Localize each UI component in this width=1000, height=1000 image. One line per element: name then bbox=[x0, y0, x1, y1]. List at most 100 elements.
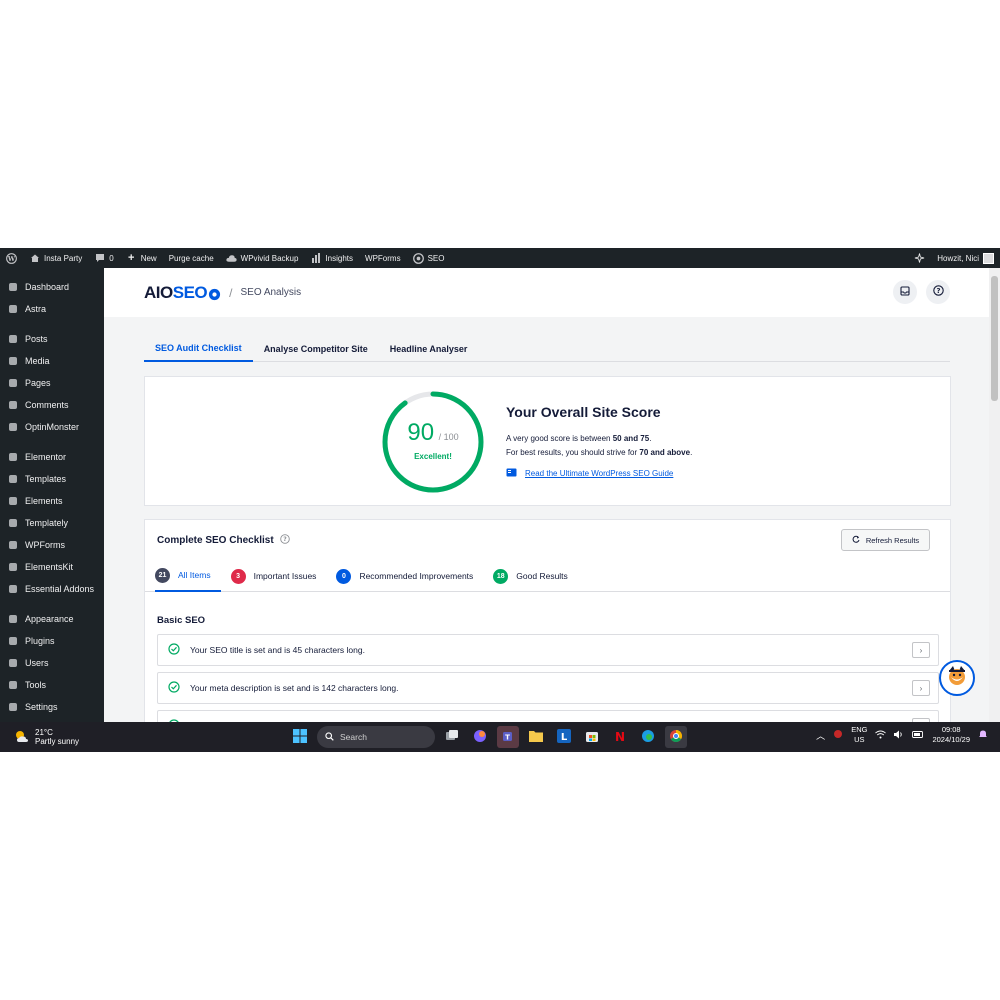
mascot-icon bbox=[944, 663, 970, 694]
sidebar-item-elements[interactable]: Elements bbox=[0, 490, 104, 512]
form-icon bbox=[7, 539, 19, 551]
scrollbar-thumb[interactable] bbox=[991, 276, 998, 401]
seo-checklist-card: Complete SEO Checklist ? Refresh Results… bbox=[144, 519, 951, 722]
chevron-right-icon[interactable]: › bbox=[912, 642, 930, 658]
site-name-link[interactable]: Insta Party bbox=[23, 248, 88, 268]
battery-icon[interactable] bbox=[912, 730, 924, 740]
wrench-icon bbox=[7, 679, 19, 691]
checklist-row[interactable]: › bbox=[157, 710, 939, 722]
comments-link[interactable]: 0 bbox=[88, 248, 119, 268]
filter-tab-important-issues[interactable]: 3 Important Issues bbox=[230, 560, 327, 592]
sidebar-item-templates[interactable]: Templates bbox=[0, 468, 104, 490]
vertical-scrollbar[interactable] bbox=[989, 268, 1000, 722]
admin-sidebar: Dashboard Astra Posts Media Pages Comments Opt… bbox=[0, 268, 104, 722]
aioseo-assistant-button[interactable] bbox=[939, 660, 975, 696]
seo-guide-link[interactable]: Read the Ultimate WordPress SEO Guide bbox=[506, 468, 673, 479]
sidebar-item-media[interactable]: Media bbox=[0, 350, 104, 372]
clock[interactable]: 09:08 2024/10/29 bbox=[932, 725, 970, 745]
bar-chart-icon bbox=[310, 253, 321, 264]
sidebar-item-elementskit[interactable]: ElementsKit bbox=[0, 556, 104, 578]
task-view-button[interactable] bbox=[441, 726, 463, 748]
filter-tab-label: Good Results bbox=[516, 571, 568, 581]
sidebar-item-label: Pages bbox=[25, 378, 51, 388]
filter-tab-all-items[interactable]: 21 All Items bbox=[155, 560, 221, 592]
count-badge: 0 bbox=[336, 568, 352, 584]
wp-logo-button[interactable]: W bbox=[0, 248, 23, 268]
keyboard-layout: US bbox=[854, 735, 865, 744]
netflix-button[interactable]: N bbox=[609, 726, 631, 748]
checklist-row[interactable]: Your meta description is set and is 142 … bbox=[157, 672, 939, 704]
netflix-icon: N bbox=[614, 729, 626, 745]
tray-app-icon[interactable] bbox=[833, 729, 843, 741]
seo-link[interactable]: SEO bbox=[407, 248, 451, 268]
new-content-link[interactable]: + New bbox=[120, 248, 163, 268]
edge-button[interactable] bbox=[637, 726, 659, 748]
ai-sparkle-button[interactable] bbox=[908, 248, 931, 268]
desc-text: . bbox=[649, 434, 652, 443]
chevron-up-icon[interactable]: ︿ bbox=[816, 729, 825, 742]
file-explorer-button[interactable] bbox=[525, 726, 547, 748]
checklist-row-text: Your SEO title is set and is 45 characte… bbox=[190, 645, 365, 655]
tab-headline-analyser[interactable]: Headline Analyser bbox=[379, 336, 479, 362]
logo-aio-text: AIO bbox=[144, 282, 173, 302]
sidebar-item-elementor[interactable]: Elementor bbox=[0, 446, 104, 468]
sidebar-item-tools[interactable]: Tools bbox=[0, 674, 104, 696]
checklist-title-text: Complete SEO Checklist bbox=[157, 535, 274, 546]
sidebar-item-comments[interactable]: Comments bbox=[0, 394, 104, 416]
sidebar-item-essential-addons[interactable]: Essential Addons bbox=[0, 578, 104, 600]
language-indicator[interactable]: ENG US bbox=[851, 725, 867, 745]
chevron-right-icon[interactable]: › bbox=[912, 680, 930, 696]
sidebar-item-appearance[interactable]: Appearance bbox=[0, 608, 104, 630]
score-title: Your Overall Site Score bbox=[506, 404, 661, 420]
copilot-button[interactable] bbox=[469, 726, 491, 748]
sidebar-item-dashboard[interactable]: Dashboard bbox=[0, 276, 104, 298]
purge-cache-link[interactable]: Purge cache bbox=[163, 248, 220, 268]
language-code: ENG bbox=[851, 725, 868, 734]
my-account-link[interactable]: Howzit, Nici bbox=[931, 248, 1000, 268]
count-badge: 3 bbox=[230, 568, 246, 584]
tab-seo-audit-checklist[interactable]: SEO Audit Checklist bbox=[144, 336, 253, 362]
chrome-button[interactable] bbox=[665, 726, 687, 748]
dashboard-icon bbox=[7, 281, 19, 293]
volume-icon[interactable] bbox=[894, 730, 904, 741]
info-icon[interactable]: ? bbox=[279, 534, 290, 547]
breadcrumb-separator: / bbox=[229, 285, 233, 300]
sidebar-item-label: WPForms bbox=[25, 540, 65, 550]
sidebar-item-astra[interactable]: Astra bbox=[0, 298, 104, 320]
astra-icon bbox=[7, 303, 19, 315]
tab-analyse-competitor-site[interactable]: Analyse Competitor Site bbox=[253, 336, 379, 362]
wpvivid-link[interactable]: WPvivid Backup bbox=[220, 248, 305, 268]
sidebar-item-optinmonster[interactable]: OptinMonster bbox=[0, 416, 104, 438]
insights-link[interactable]: Insights bbox=[304, 248, 359, 268]
teams-button[interactable]: T bbox=[497, 726, 519, 748]
filter-tab-recommended-improvements[interactable]: 0 Recommended Improvements bbox=[336, 560, 483, 592]
wifi-icon[interactable] bbox=[875, 730, 887, 741]
notification-bell-icon[interactable] bbox=[978, 729, 988, 741]
sidebar-item-posts[interactable]: Posts bbox=[0, 328, 104, 350]
store-button[interactable] bbox=[581, 726, 603, 748]
seo-label: SEO bbox=[427, 253, 445, 263]
filter-tab-good-results[interactable]: 18 Good Results bbox=[493, 560, 578, 592]
refresh-results-button[interactable]: Refresh Results bbox=[841, 529, 930, 551]
sidebar-item-plugins[interactable]: Plugins bbox=[0, 630, 104, 652]
ea-icon bbox=[7, 583, 19, 595]
sidebar-item-templately[interactable]: Templately bbox=[0, 512, 104, 534]
desc-text: For best results, you should strive for bbox=[506, 448, 640, 457]
taskbar-search[interactable]: Search bbox=[317, 726, 435, 748]
sidebar-item-pages[interactable]: Pages bbox=[0, 372, 104, 394]
elementskit-icon bbox=[7, 561, 19, 573]
sidebar-item-label: Users bbox=[25, 658, 49, 668]
sidebar-item-wpforms[interactable]: WPForms bbox=[0, 534, 104, 556]
aioseo-logo[interactable]: AIO SEO bbox=[144, 283, 221, 303]
notifications-button[interactable] bbox=[893, 280, 917, 304]
start-button[interactable] bbox=[289, 726, 311, 748]
sidebar-item-users[interactable]: Users bbox=[0, 652, 104, 674]
app-l-button[interactable]: L bbox=[553, 726, 575, 748]
weather-widget[interactable]: 21°C Partly sunny bbox=[14, 728, 79, 746]
sidebar-item-settings[interactable]: Settings bbox=[0, 696, 104, 718]
desc-text: . bbox=[690, 448, 693, 457]
help-button[interactable]: ? bbox=[926, 280, 950, 304]
checklist-row[interactable]: Your SEO title is set and is 45 characte… bbox=[157, 634, 939, 666]
site-score-card: 90 / 100 Excellent! Your Overall Site Sc… bbox=[144, 376, 951, 506]
wpforms-link[interactable]: WPForms bbox=[359, 248, 407, 268]
